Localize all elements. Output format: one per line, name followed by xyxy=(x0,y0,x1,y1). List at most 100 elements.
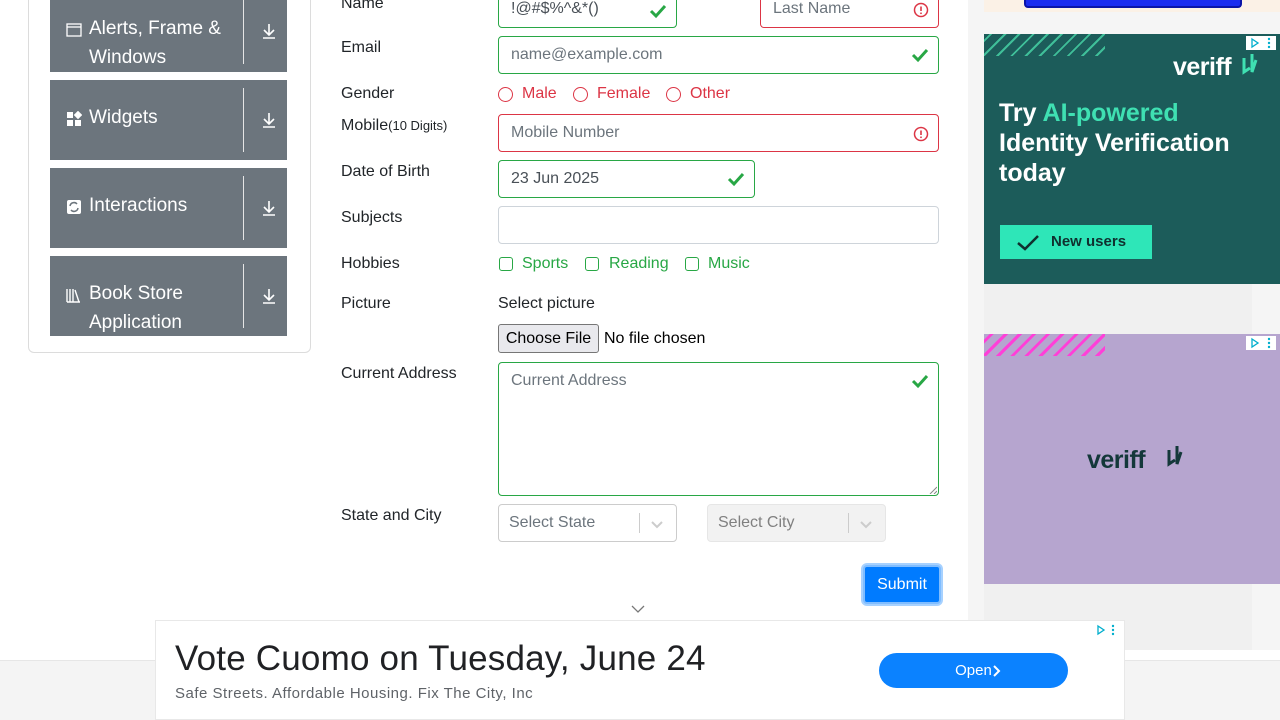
mobile-placeholder: Mobile Number xyxy=(511,124,620,141)
ad-top-banner[interactable] xyxy=(984,0,1280,12)
new-users-button[interactable]: New users xyxy=(1000,225,1152,259)
download-icon[interactable] xyxy=(260,111,278,129)
ad-headline-pre: Try xyxy=(999,99,1043,127)
gender-male-radio[interactable] xyxy=(498,87,513,102)
chevron-down-icon xyxy=(860,521,872,529)
choose-file-button[interactable]: Choose File xyxy=(498,324,599,353)
error-icon xyxy=(913,126,929,142)
chevron-down-icon xyxy=(651,521,663,529)
ad-veriff-1[interactable]: veriff Try AI-powered Identity Verificat… xyxy=(984,34,1280,284)
download-icon[interactable] xyxy=(260,287,278,305)
chevron-down-icon[interactable] xyxy=(630,603,646,615)
chevron-right-icon xyxy=(993,665,1001,677)
email-input[interactable]: name@example.com xyxy=(498,36,939,74)
window-icon xyxy=(66,23,82,37)
check-icon xyxy=(1017,235,1039,251)
sidebar-group-label: Widgets xyxy=(89,107,158,128)
divider xyxy=(243,264,244,328)
address-label: Current Address xyxy=(341,365,457,382)
sidebar-group-widgets[interactable]: Widgets xyxy=(50,80,287,160)
picture-label: Picture xyxy=(341,295,391,312)
ad-veriff-2[interactable]: veriff xyxy=(984,334,1280,584)
interactions-icon xyxy=(67,200,81,214)
mobile-label: Mobile(10 Digits) xyxy=(341,116,447,136)
sidebar-group-interactions[interactable]: Interactions xyxy=(50,168,287,248)
address-textarea[interactable]: Current Address xyxy=(498,362,939,496)
sidebar-group-label-line2: Windows xyxy=(89,47,167,68)
veriff-mark-icon xyxy=(1242,54,1258,75)
ad-headline-post: Identity Verification today xyxy=(999,129,1230,187)
gender-female-label[interactable]: Female xyxy=(597,84,650,104)
mobile-input[interactable]: Mobile Number xyxy=(498,114,939,152)
page: Alerts, Frame & Windows Widgets Interact… xyxy=(0,0,1280,720)
dob-label: Date of Birth xyxy=(341,163,430,180)
ad-decoration xyxy=(984,334,1105,356)
ad-headline: Try AI-powered Identity Verification tod… xyxy=(999,98,1269,188)
open-label: Open xyxy=(955,662,992,679)
download-icon[interactable] xyxy=(260,22,278,40)
check-icon xyxy=(911,374,929,389)
mobile-hint: (10 Digits) xyxy=(388,118,448,133)
sidebar-group-label: Interactions xyxy=(89,195,188,216)
gender-other-label[interactable]: Other xyxy=(690,84,730,104)
bottom-ad-headline: Vote Cuomo on Tuesday, June 24 xyxy=(175,639,706,678)
sidebar-group-label: Alerts, Frame & xyxy=(89,18,221,39)
select-separator xyxy=(639,513,640,533)
state-select[interactable]: Select State xyxy=(498,504,677,542)
widgets-icon xyxy=(67,111,82,126)
ad-headline-accent: AI-powered xyxy=(1042,99,1179,127)
divider xyxy=(243,88,244,152)
subjects-input[interactable] xyxy=(498,206,939,244)
no-file-text: No file chosen xyxy=(604,330,706,347)
adchoices-icon[interactable] xyxy=(1246,336,1276,350)
hobbies-label: Hobbies xyxy=(341,255,400,272)
resize-handle-icon[interactable] xyxy=(929,486,937,494)
dob-input[interactable]: 23 Jun 2025 xyxy=(498,160,755,198)
name-label: Name xyxy=(341,0,384,12)
gender-male-label[interactable]: Male xyxy=(522,84,557,104)
hobby-sports-checkbox[interactable] xyxy=(499,257,513,271)
books-icon xyxy=(66,289,80,303)
state-city-label: State and City xyxy=(341,507,442,524)
veriff-mark-icon xyxy=(1167,446,1183,467)
ad-top-button[interactable] xyxy=(1024,0,1242,8)
city-select[interactable]: Select City xyxy=(707,504,886,542)
open-button[interactable]: Open xyxy=(879,653,1068,688)
veriff-logo: veriff xyxy=(1087,446,1146,474)
select-separator xyxy=(848,513,849,533)
last-name-input[interactable]: Last Name xyxy=(760,0,939,28)
download-icon[interactable] xyxy=(260,199,278,217)
address-placeholder: Current Address xyxy=(511,372,627,389)
first-name-input[interactable]: !@#$%^&*() xyxy=(498,0,677,28)
state-placeholder: Select State xyxy=(509,514,596,531)
email-placeholder: name@example.com xyxy=(511,46,663,63)
first-name-value: !@#$%^&*() xyxy=(511,0,599,17)
adchoices-icon[interactable] xyxy=(1246,36,1276,50)
email-label: Email xyxy=(341,39,382,56)
gender-label: Gender xyxy=(341,85,395,102)
sidebar-group-alerts[interactable]: Alerts, Frame & Windows xyxy=(50,0,287,72)
last-name-placeholder: Last Name xyxy=(773,0,851,17)
check-icon xyxy=(727,172,745,187)
sidebar-group-label: Book Store xyxy=(89,283,183,304)
hobby-music-label[interactable]: Music xyxy=(708,254,750,274)
submit-button[interactable]: Submit xyxy=(863,565,941,604)
divider xyxy=(243,176,244,240)
hobby-reading-label[interactable]: Reading xyxy=(609,254,669,274)
veriff-logo: veriff xyxy=(1173,53,1232,81)
adchoices-icon[interactable] xyxy=(1092,623,1122,637)
mobile-label-text: Mobile xyxy=(341,117,389,134)
hobby-music-checkbox[interactable] xyxy=(685,257,699,271)
sidebar-group-label-line2: Application xyxy=(89,312,182,333)
check-icon xyxy=(911,48,929,63)
gender-other-radio[interactable] xyxy=(666,87,681,102)
hobby-sports-label[interactable]: Sports xyxy=(522,254,568,274)
sidebar-group-book-store[interactable]: Book Store Application xyxy=(50,256,287,336)
hobby-reading-checkbox[interactable] xyxy=(585,257,599,271)
bottom-ad-banner[interactable]: Vote Cuomo on Tuesday, June 24 Safe Stre… xyxy=(155,620,1125,720)
new-users-label: New users xyxy=(1051,233,1127,250)
gender-female-radio[interactable] xyxy=(573,87,588,102)
select-picture-label: Select picture xyxy=(498,295,595,312)
divider xyxy=(243,0,244,64)
check-icon xyxy=(649,4,667,19)
